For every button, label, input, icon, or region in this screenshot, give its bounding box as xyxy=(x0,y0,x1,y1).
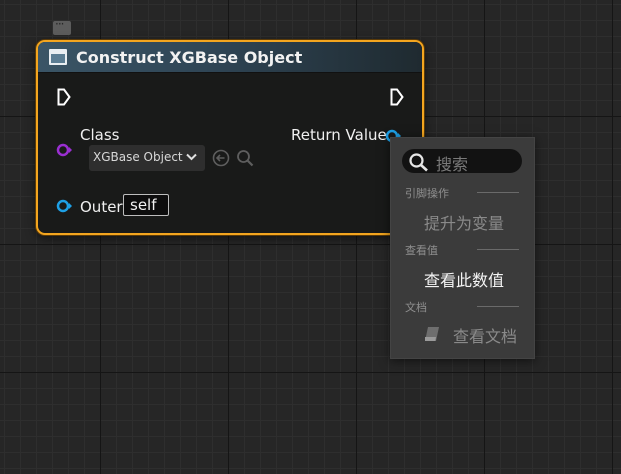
document-icon xyxy=(425,327,439,341)
class-label: Class xyxy=(80,126,120,144)
outer-input-pin[interactable] xyxy=(56,198,72,214)
construct-object-node[interactable]: Construct XGBase Object Class XGBase Obj… xyxy=(36,40,424,235)
comment-bubble-icon[interactable] xyxy=(53,17,71,35)
section-label-pin-actions: 引脚操作 xyxy=(405,187,449,200)
browse-asset-icon[interactable] xyxy=(236,149,254,167)
pin-context-menu: 搜索 引脚操作 提升为变量 查看值 查看此数值 文档 查看文档 xyxy=(390,137,535,359)
menu-item-promote-to-variable[interactable]: 提升为变量 xyxy=(424,210,504,234)
menu-search-input[interactable]: 搜索 xyxy=(402,149,522,174)
section-divider xyxy=(477,249,519,250)
return-value-label: Return Value xyxy=(291,126,387,144)
section-divider xyxy=(477,192,519,193)
class-dropdown-value: XGBase Object xyxy=(93,150,183,164)
section-label-documentation: 文档 xyxy=(405,301,427,314)
class-input-pin[interactable] xyxy=(56,142,72,158)
exec-input-pin[interactable] xyxy=(57,88,71,106)
node-title: Construct XGBase Object xyxy=(76,48,303,67)
menu-search-placeholder: 搜索 xyxy=(436,155,469,174)
outer-value-input[interactable]: self xyxy=(123,194,169,216)
section-label-watch: 查看值 xyxy=(405,244,438,257)
section-divider xyxy=(477,306,519,307)
node-header[interactable]: Construct XGBase Object xyxy=(38,42,422,73)
chevron-down-icon xyxy=(186,153,197,161)
use-selected-asset-icon[interactable] xyxy=(212,149,230,167)
exec-output-pin[interactable] xyxy=(390,88,404,106)
search-icon xyxy=(409,153,428,172)
outer-label: Outer xyxy=(80,198,123,216)
class-dropdown[interactable]: XGBase Object xyxy=(89,145,205,171)
function-icon xyxy=(49,49,67,65)
menu-item-watch-value[interactable]: 查看此数值 xyxy=(424,267,504,291)
menu-item-view-documentation[interactable]: 查看文档 xyxy=(453,323,517,347)
